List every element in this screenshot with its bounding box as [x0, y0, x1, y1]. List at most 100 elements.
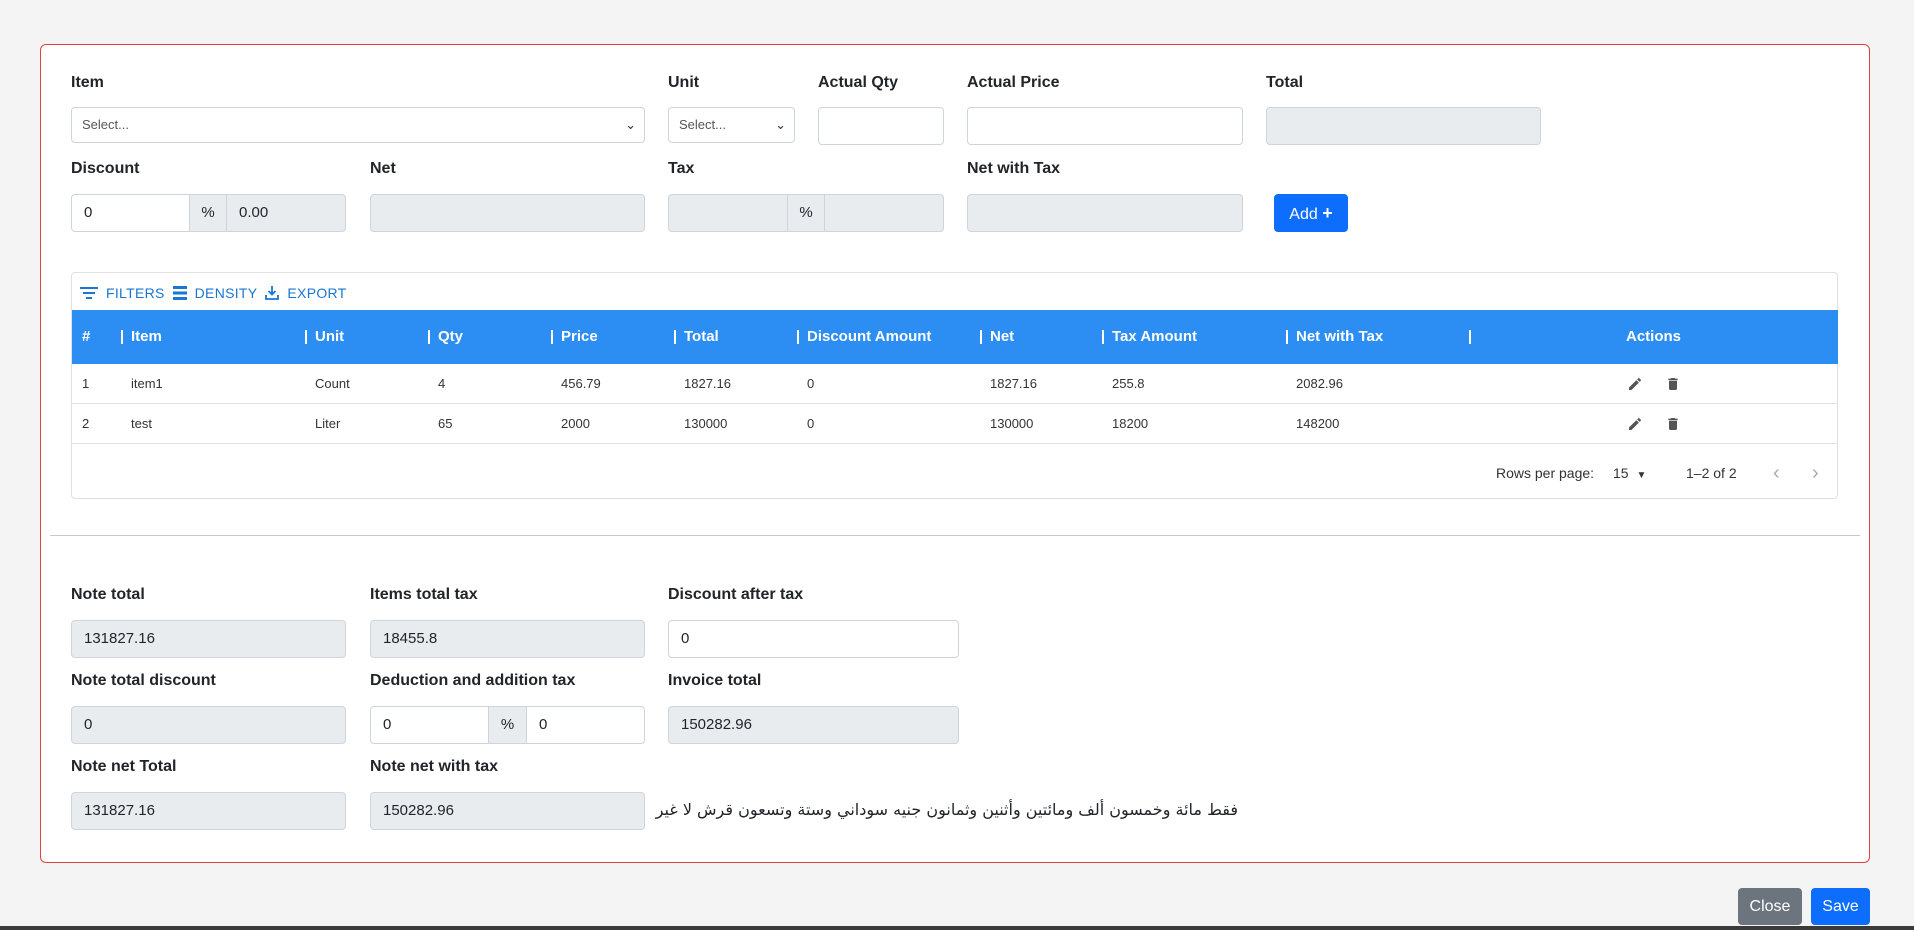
- column-separator[interactable]: [1469, 330, 1471, 344]
- discount-after-tax-input[interactable]: 0: [668, 620, 959, 658]
- grid-toolbar: FILTERS DENSITY EXPORT: [80, 283, 355, 303]
- cell-tax: 18200: [1112, 416, 1149, 431]
- rows-per-page-select[interactable]: 15 ▼: [1613, 448, 1646, 501]
- items-total-tax-label: Items total tax: [370, 586, 478, 603]
- table-row[interactable]: 2 test Liter 65 2000 130000 0 130000 182…: [72, 404, 1838, 444]
- next-page-icon[interactable]: ›: [1812, 448, 1819, 498]
- cell-item: item1: [131, 376, 163, 391]
- column-separator[interactable]: [551, 330, 553, 344]
- actual-price-input[interactable]: [967, 107, 1243, 145]
- density-button[interactable]: DENSITY: [172, 285, 258, 301]
- total-label: Total: [1266, 74, 1304, 91]
- column-header-unit[interactable]: Unit: [315, 310, 344, 364]
- save-button[interactable]: Save: [1811, 888, 1870, 925]
- column-header-qty[interactable]: Qty: [438, 310, 463, 364]
- column-header-price[interactable]: Price: [561, 310, 598, 364]
- discount-amount-field: 0.00: [226, 194, 346, 232]
- column-header-total[interactable]: Total: [684, 310, 719, 364]
- cell-number: 1: [82, 376, 90, 391]
- chevron-down-icon: ⌄: [775, 117, 786, 132]
- unit-select-placeholder: Select...: [679, 117, 726, 132]
- unit-select[interactable]: Select... ⌄: [668, 107, 795, 143]
- previous-page-icon[interactable]: ‹: [1773, 448, 1780, 498]
- filter-icon: [80, 287, 98, 299]
- net-label: Net: [370, 160, 396, 177]
- column-header-net[interactable]: Net: [990, 310, 1014, 364]
- cell-total: 1827.16: [684, 376, 731, 391]
- actual-qty-input[interactable]: [818, 107, 944, 145]
- caret-down-icon: ▼: [1636, 470, 1647, 481]
- close-button[interactable]: Close: [1738, 888, 1802, 925]
- cell-total: 130000: [684, 416, 728, 431]
- item-label: Item: [71, 74, 104, 91]
- add-button-label: Add: [1289, 206, 1318, 223]
- cell-discount: 0: [807, 416, 815, 431]
- export-label: EXPORT: [287, 285, 347, 301]
- discount-input[interactable]: 0: [71, 194, 190, 232]
- column-separator[interactable]: [797, 330, 799, 344]
- chevron-down-icon: ⌄: [625, 117, 636, 132]
- note-total-discount-field: 0: [71, 706, 346, 744]
- column-separator[interactable]: [121, 330, 123, 344]
- filters-label: FILTERS: [106, 285, 165, 301]
- deduction-tax-input[interactable]: 0: [370, 706, 489, 744]
- deduction-percent-addon: %: [488, 706, 527, 744]
- cell-unit: Liter: [315, 416, 341, 431]
- column-separator[interactable]: [1286, 330, 1288, 344]
- invoice-total-label: Invoice total: [668, 672, 762, 689]
- cell-tax: 255.8: [1112, 376, 1145, 391]
- density-icon: [172, 286, 187, 300]
- delete-icon[interactable]: [1665, 416, 1681, 432]
- table-header: # Item Unit Qty Price Total Discount Amo…: [72, 310, 1838, 364]
- tax-label: Tax: [668, 160, 695, 177]
- cell-qty: 65: [438, 416, 453, 431]
- column-separator[interactable]: [305, 330, 307, 344]
- export-button[interactable]: EXPORT: [265, 285, 346, 301]
- delete-icon[interactable]: [1665, 376, 1681, 392]
- column-header-item[interactable]: Item: [131, 310, 162, 364]
- add-button[interactable]: Add +: [1274, 194, 1348, 232]
- items-total-tax-field: 18455.8: [370, 620, 645, 658]
- column-separator[interactable]: [428, 330, 430, 344]
- cell-discount: 0: [807, 376, 815, 391]
- filters-button[interactable]: FILTERS: [80, 285, 165, 301]
- edit-icon[interactable]: [1627, 376, 1643, 392]
- invoice-total-field: 150282.96: [668, 706, 959, 744]
- column-separator[interactable]: [674, 330, 676, 344]
- note-net-total-label: Note net Total: [71, 758, 177, 775]
- column-header-discount-amount[interactable]: Discount Amount: [807, 310, 931, 364]
- column-header-tax-amount[interactable]: Tax Amount: [1112, 310, 1197, 364]
- cell-number: 2: [82, 416, 90, 431]
- column-separator[interactable]: [980, 330, 982, 344]
- amount-in-words: فقط مائة وخمسون ألف ومائتين وأثنين وثمان…: [655, 800, 1238, 819]
- table-row[interactable]: 1 item1 Count 4 456.79 1827.16 0 1827.16…: [72, 364, 1838, 404]
- net-with-tax-label: Net with Tax: [967, 160, 1061, 177]
- cell-qty: 4: [438, 376, 446, 391]
- items-data-grid: FILTERS DENSITY EXPORT # Item Unit Qty P…: [71, 272, 1838, 499]
- rows-per-page-label: Rows per page:: [1496, 465, 1595, 481]
- cell-net-with-tax: 148200: [1296, 416, 1340, 431]
- discount-label: Discount: [71, 160, 140, 177]
- deduction-amount-input[interactable]: 0: [526, 706, 645, 744]
- tax-percent-addon: %: [787, 194, 825, 232]
- column-header-net-with-tax[interactable]: Net with Tax: [1296, 310, 1383, 364]
- net-field: [370, 194, 645, 232]
- note-total-label: Note total: [71, 586, 145, 603]
- rows-per-page-value: 15: [1613, 465, 1629, 481]
- net-with-tax-field: [967, 194, 1243, 232]
- discount-after-tax-label: Discount after tax: [668, 586, 804, 603]
- actual-price-label: Actual Price: [967, 74, 1060, 91]
- column-header-actions: Actions: [1626, 328, 1682, 345]
- download-icon: [265, 286, 280, 300]
- note-total-field: 131827.16: [71, 620, 346, 658]
- cell-net: 1827.16: [990, 376, 1037, 391]
- column-header-number[interactable]: #: [82, 310, 90, 364]
- cell-unit: Count: [315, 376, 350, 391]
- deduction-addition-tax-label: Deduction and addition tax: [370, 672, 576, 689]
- taskbar-edge: [0, 926, 1914, 930]
- edit-icon[interactable]: [1627, 416, 1643, 432]
- density-label: DENSITY: [194, 285, 258, 301]
- item-select[interactable]: Select... ⌄: [71, 107, 645, 143]
- column-separator[interactable]: [1102, 330, 1104, 344]
- pagination-range: 1–2 of 2: [1686, 465, 1737, 481]
